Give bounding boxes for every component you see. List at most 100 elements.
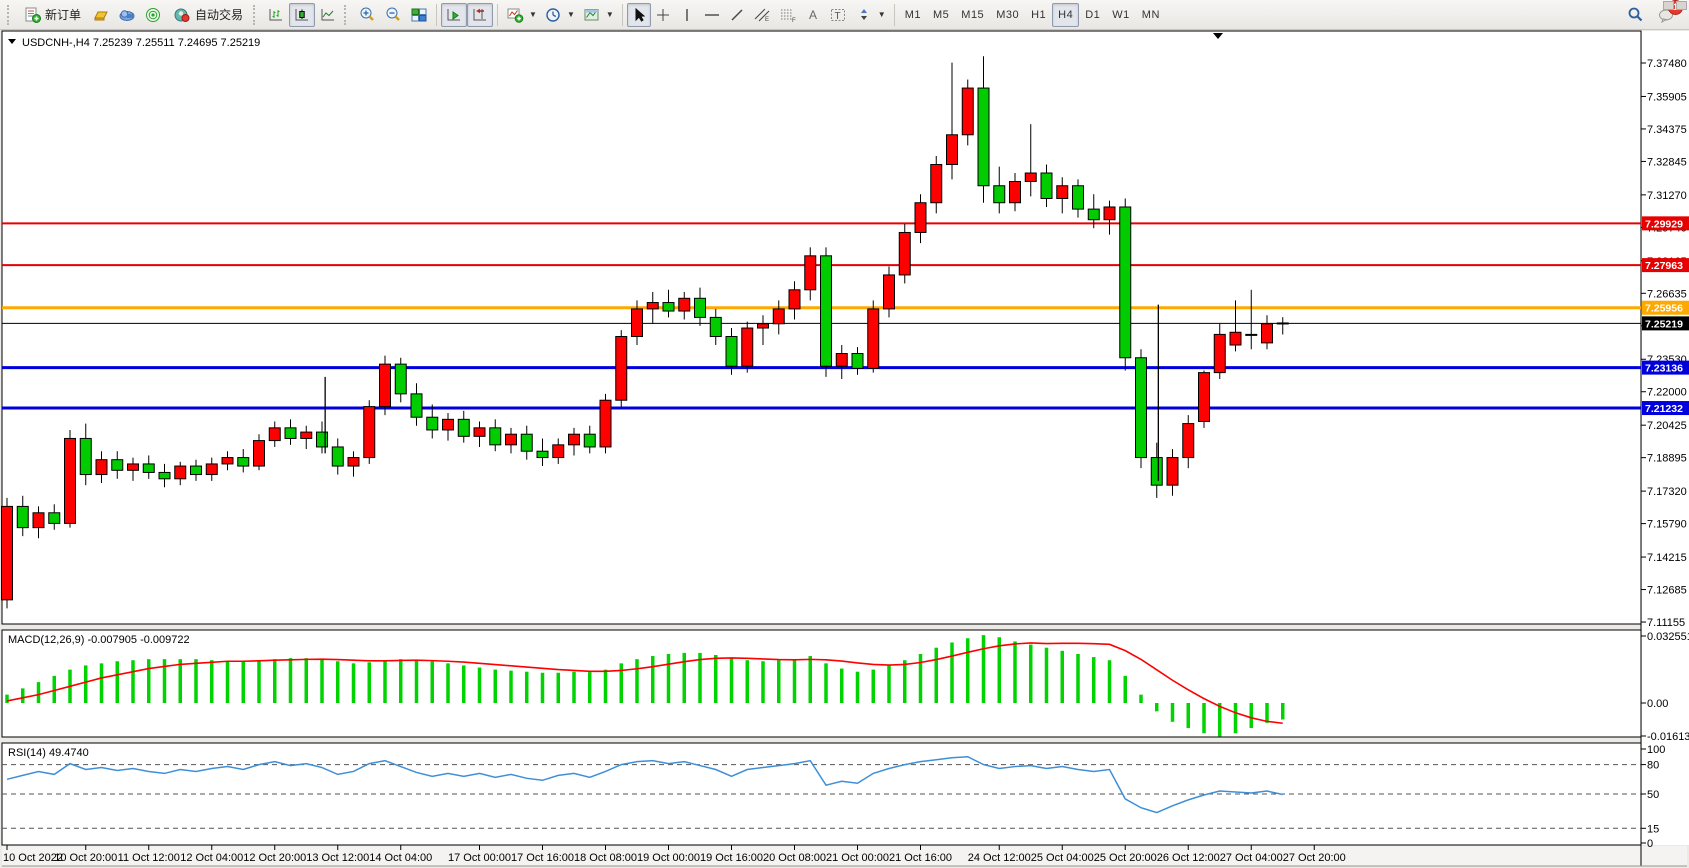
trendline-button[interactable]	[725, 3, 749, 27]
cursor-button[interactable]	[627, 3, 651, 27]
macd-tick-label: -0.016137	[1647, 731, 1689, 743]
time-label: 21 Oct 00:00	[826, 852, 889, 864]
candle-body	[978, 88, 989, 186]
rsi-tick-label: 100	[1647, 744, 1665, 756]
toolbar-separator	[436, 4, 437, 26]
window-buttons[interactable]	[1663, 1, 1687, 10]
timeframe-w1[interactable]: W1	[1106, 3, 1136, 27]
publish-icon	[118, 7, 136, 23]
candle-body	[175, 466, 186, 479]
text-icon: A	[805, 7, 821, 23]
rsi-tick-label: 80	[1647, 760, 1659, 772]
timeframe-h1[interactable]: H1	[1025, 3, 1052, 27]
price-tick-label: 7.12685	[1647, 585, 1687, 597]
tile-windows-button[interactable]	[406, 3, 432, 27]
svg-text:T: T	[834, 11, 840, 22]
line-chart-icon	[319, 7, 337, 23]
time-label: 20 Oct 08:00	[763, 852, 826, 864]
candle-body	[679, 298, 690, 311]
macd-pane[interactable]	[2, 630, 1641, 737]
periods-button[interactable]: ▼	[541, 3, 579, 27]
restore-icon[interactable]	[1663, 1, 1674, 10]
crosshair-button[interactable]	[651, 3, 675, 27]
indicators-icon	[506, 7, 524, 23]
text-button[interactable]: A	[801, 3, 825, 27]
price-badge: 7.25956	[1642, 301, 1689, 315]
price-tick-label: 7.35905	[1647, 91, 1687, 103]
time-label: 13 Oct 12:00	[306, 852, 369, 864]
candle-body	[710, 317, 721, 336]
signal-icon	[144, 7, 162, 23]
candle-body	[364, 407, 375, 458]
templates-button[interactable]: ▼	[579, 3, 618, 27]
candle-body	[96, 460, 107, 475]
signal-button[interactable]	[140, 3, 166, 27]
deposit-button[interactable]	[88, 3, 114, 27]
candle-chart-button[interactable]	[289, 3, 315, 27]
publish-button[interactable]	[114, 3, 140, 27]
timeframe-m5[interactable]: M5	[927, 3, 955, 27]
time-label: 21 Oct 16:00	[889, 852, 952, 864]
price-chart[interactable]: 7.374807.359057.343757.328457.312707.297…	[0, 30, 1689, 868]
candle-body	[128, 464, 139, 470]
candle-body	[742, 328, 753, 366]
deposit-gold-icon	[92, 7, 110, 23]
candle-body	[380, 364, 391, 406]
candle-body	[1277, 323, 1288, 324]
timeframe-m1[interactable]: M1	[899, 3, 927, 27]
candle-body	[317, 432, 328, 447]
candle-body	[411, 394, 422, 417]
vertical-line-button[interactable]	[675, 3, 699, 27]
timeframe-h4[interactable]: H4	[1052, 3, 1079, 27]
macd-tick-label: 0.00	[1647, 698, 1668, 710]
candle-body	[1104, 207, 1115, 220]
rsi-label: RSI(14) 49.4740	[8, 747, 89, 759]
chart-title: USDCNH-,H4 7.25239 7.25511 7.24695 7.252…	[22, 37, 260, 49]
horizontal-line-button[interactable]	[699, 3, 725, 27]
text-label-button[interactable]: T	[825, 3, 851, 27]
candle-body	[1010, 181, 1021, 202]
price-tick-label: 7.18895	[1647, 453, 1687, 465]
candle-body	[1073, 186, 1084, 209]
new-order-button[interactable]: 新订单	[17, 3, 88, 27]
chart-shift-button[interactable]	[467, 3, 493, 27]
price-tick-label: 7.31270	[1647, 190, 1687, 202]
main-toolbar: 新订单 自动交易	[0, 0, 1689, 30]
candle-body	[301, 432, 312, 438]
candle-body	[1088, 209, 1099, 220]
equidistant-channel-button[interactable]: E	[749, 3, 775, 27]
indicators-button[interactable]: ▼	[502, 3, 541, 27]
bar-chart-button[interactable]	[263, 3, 289, 27]
timeframe-m30[interactable]: M30	[990, 3, 1025, 27]
price-tick-label: 7.32845	[1647, 156, 1687, 168]
candle-body	[206, 464, 217, 475]
candle-body	[773, 309, 784, 324]
candle-body	[222, 458, 233, 464]
candle-body	[868, 309, 879, 368]
price-badge-label: 7.29929	[1645, 218, 1683, 230]
fibonacci-button[interactable]: F	[775, 3, 801, 27]
price-tick-label: 7.17320	[1647, 486, 1687, 498]
timeframe-m15[interactable]: M15	[955, 3, 990, 27]
svg-text:E: E	[765, 17, 769, 23]
close-icon[interactable]	[1676, 1, 1687, 10]
zoom-in-button[interactable]	[354, 3, 380, 27]
price-axis[interactable]	[1642, 31, 1689, 845]
rsi-tick-label: 0	[1647, 838, 1653, 850]
timeframe-mn[interactable]: MN	[1136, 3, 1166, 27]
toolbar-grip	[7, 5, 14, 25]
autotrade-button[interactable]: 自动交易	[166, 3, 250, 27]
toolbar-grip	[253, 5, 260, 25]
candle-body	[1246, 334, 1257, 335]
arrows-button[interactable]: ▼	[851, 3, 890, 27]
candle-body	[1214, 334, 1225, 372]
auto-scroll-button[interactable]	[441, 3, 467, 27]
timeframe-d1[interactable]: D1	[1079, 3, 1106, 27]
line-chart-button[interactable]	[315, 3, 341, 27]
candle-body	[1025, 173, 1036, 181]
time-label: 17 Oct 00:00	[448, 852, 511, 864]
chevron-down-icon: ▼	[529, 10, 537, 19]
time-label: 19 Oct 00:00	[637, 852, 700, 864]
zoom-out-button[interactable]	[380, 3, 406, 27]
search-button[interactable]	[1623, 3, 1648, 27]
